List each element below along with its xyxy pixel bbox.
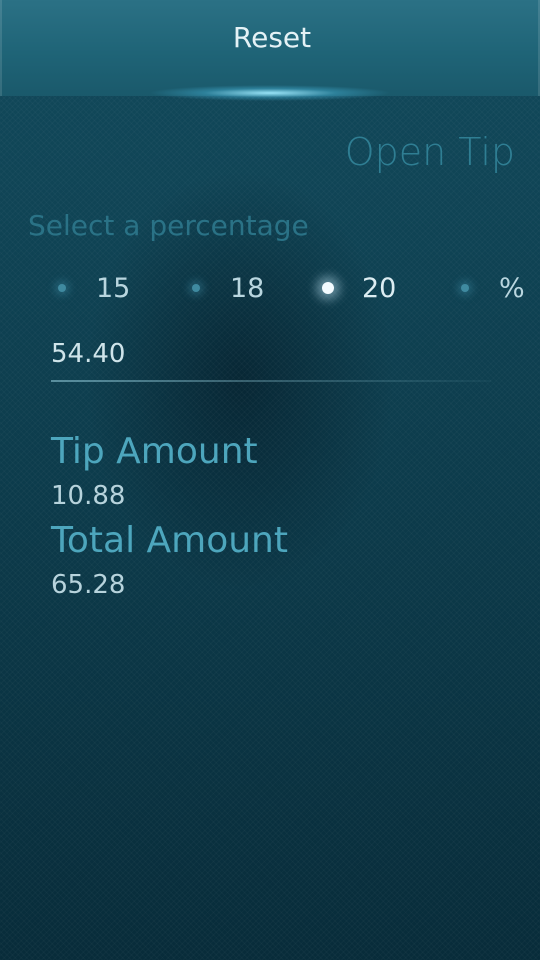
percentage-option-20[interactable]: 20 (322, 266, 396, 310)
percentage-selector: 15 18 20 % (0, 266, 540, 310)
tip-amount-value: 10.88 (51, 481, 126, 511)
app-screen: Reset Open Tip Select a percentage 15 18… (0, 0, 540, 960)
percentage-label: % (499, 272, 525, 304)
percentage-option-15[interactable]: 15 (58, 266, 130, 310)
radio-dot-icon (192, 284, 200, 292)
radio-dot-icon (461, 284, 469, 292)
pulley-highlight (150, 82, 390, 104)
total-amount-value: 65.28 (51, 570, 126, 600)
radio-dot-icon (58, 284, 66, 292)
bill-amount-input[interactable] (51, 334, 491, 374)
percentage-option-18[interactable]: 18 (192, 266, 264, 310)
radio-dot-selected-icon (322, 282, 334, 294)
percentage-label: 15 (96, 272, 131, 304)
page-title: Open Tip (344, 130, 515, 174)
tip-amount-label: Tip Amount (51, 431, 258, 472)
percentage-label: 20 (362, 272, 397, 304)
percentage-label: 18 (230, 272, 265, 304)
select-percentage-label: Select a percentage (28, 209, 309, 242)
total-amount-label: Total Amount (51, 520, 288, 561)
reset-menu-item[interactable]: Reset (2, 20, 540, 56)
bill-amount-field (51, 334, 491, 382)
percentage-option-custom[interactable]: % (461, 266, 525, 310)
